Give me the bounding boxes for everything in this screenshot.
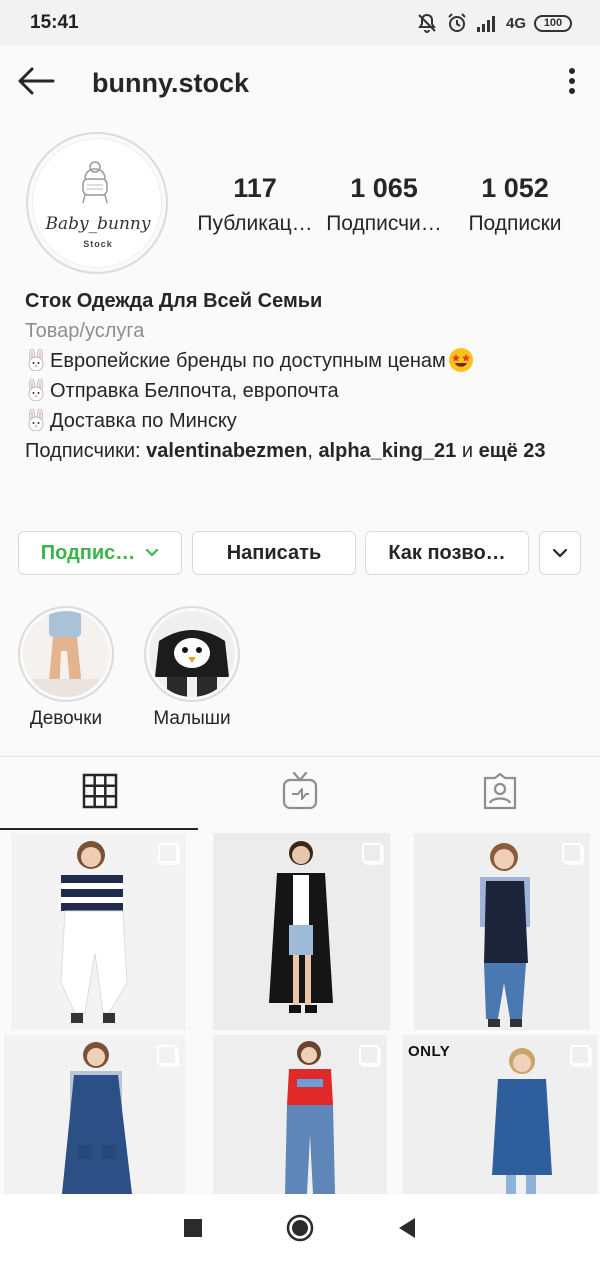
bio-line: Европейские бренды по доступным ценам: [25, 346, 585, 376]
stat-followers[interactable]: 1 065 Подписчи…: [323, 170, 445, 242]
tab-tagged[interactable]: [400, 757, 600, 829]
post-thumbnail[interactable]: [11, 833, 186, 1030]
multi-photo-icon: [359, 1045, 379, 1065]
avatar-logo-text: Baby_bunny: [45, 214, 151, 234]
highlight-label: Малыши: [153, 708, 231, 729]
rabbit-emoji-icon: [28, 349, 44, 371]
multi-photo-icon: [362, 843, 382, 863]
message-button-label: Написать: [226, 541, 322, 564]
highlight-ring: [144, 606, 240, 702]
bio-line-3: Доставка по Минску: [50, 410, 237, 432]
more-vertical-icon: [568, 67, 576, 100]
avatar-image: Baby_bunny Stock: [32, 138, 162, 268]
page-title: bunny.stock: [92, 67, 250, 98]
highlight-ring: [18, 606, 114, 702]
status-bar: 15:41 4G 100: [0, 0, 600, 46]
post-thumbnail[interactable]: [4, 1035, 185, 1194]
multi-photo-icon: [157, 1045, 177, 1065]
profile-bio: Сток Одежда Для Всей Семьи Товар/услуга …: [25, 286, 585, 466]
battery-icon: 100: [534, 14, 572, 32]
bunny-logo-icon: [82, 161, 108, 204]
nav-triangle-icon: [397, 1217, 417, 1244]
nav-circle-icon: [286, 1214, 314, 1247]
stat-posts-value: 117: [233, 173, 277, 203]
nav-square-icon: [183, 1218, 203, 1243]
stat-following-label: Подписки: [468, 212, 562, 235]
follower-link-1[interactable]: valentinabezmen: [146, 440, 307, 462]
stat-posts[interactable]: 117 Публикац…: [195, 170, 315, 242]
rabbit-emoji-icon: [28, 379, 44, 401]
back-arrow-icon: [17, 67, 55, 100]
rabbit-emoji-icon: [28, 409, 44, 431]
profile-header: bunny.stock: [0, 46, 600, 120]
status-time: 15:41: [30, 12, 79, 33]
back-nav-button[interactable]: [377, 1200, 437, 1260]
tagged-icon: [481, 772, 519, 815]
followed-by-more[interactable]: ещё 23: [479, 440, 546, 462]
recents-button[interactable]: [163, 1200, 223, 1260]
bio-line: Доставка по Минску: [25, 406, 585, 436]
grid-icon: [82, 773, 118, 814]
network-label: 4G: [505, 14, 526, 32]
avatar-logo-subtext: Stock: [83, 239, 113, 249]
chevron-down-icon: [145, 548, 159, 558]
multi-photo-icon: [158, 843, 178, 863]
stat-posts-label: Публикац…: [197, 212, 313, 235]
chevron-down-icon: [552, 548, 568, 558]
signal-icon: [476, 14, 498, 32]
highlight-thumbnail: [149, 611, 235, 697]
followed-by-separator: ,: [307, 440, 319, 462]
highlight-thumbnail: [23, 611, 109, 697]
followed-by[interactable]: Подписчики: valentinabezmen, alpha_king_…: [25, 436, 585, 466]
suggested-accounts-button[interactable]: [539, 531, 581, 575]
tab-igtv[interactable]: [200, 757, 400, 829]
more-options-button[interactable]: [544, 46, 600, 120]
stat-followers-label: Подписчи…: [326, 212, 442, 235]
status-icons: 4G 100: [416, 12, 572, 34]
bio-line-2: Отправка Белпочта, европочта: [50, 380, 339, 402]
post-thumbnail[interactable]: ONLY: [402, 1035, 598, 1194]
follower-link-2[interactable]: alpha_king_21: [318, 440, 456, 462]
followed-by-prefix: Подписчики:: [25, 440, 147, 462]
message-button[interactable]: Написать: [192, 531, 356, 575]
home-button[interactable]: [270, 1200, 330, 1260]
tab-grid[interactable]: [0, 757, 200, 829]
active-tab-indicator: [0, 828, 198, 830]
stat-following[interactable]: 1 052 Подписки: [460, 170, 570, 242]
following-button-label: Подпис…: [40, 541, 136, 564]
star-struck-emoji-icon: [448, 348, 473, 372]
contact-button-label: Как позво…: [388, 541, 506, 564]
multi-photo-icon: [570, 1045, 590, 1065]
highlight-kids[interactable]: Малыши: [144, 606, 240, 729]
contact-button[interactable]: Как позво…: [365, 531, 529, 575]
back-button[interactable]: [0, 46, 72, 120]
following-button[interactable]: Подпис…: [18, 531, 182, 575]
multi-photo-icon: [562, 843, 582, 863]
highlight-girls[interactable]: Девочки: [18, 606, 114, 729]
igtv-icon: [282, 771, 318, 815]
bio-line-1: Европейские бренды по доступным ценам: [50, 350, 446, 372]
profile-name: Сток Одежда Для Всей Семьи: [25, 290, 323, 312]
post-thumbnail[interactable]: [213, 1035, 387, 1194]
followed-by-and: и: [456, 440, 479, 462]
post-thumbnail[interactable]: [213, 833, 390, 1030]
alarm-icon: [446, 12, 468, 34]
brand-label: ONLY: [408, 1043, 451, 1060]
profile-category: Товар/услуга: [25, 320, 145, 342]
bio-line: Отправка Белпочта, европочта: [25, 376, 585, 406]
system-nav-bar: [0, 1194, 600, 1266]
stat-followers-value: 1 065: [350, 173, 418, 203]
post-thumbnail[interactable]: [414, 833, 590, 1030]
avatar[interactable]: Baby_bunny Stock: [26, 132, 168, 274]
mute-icon: [416, 12, 438, 34]
stat-following-value: 1 052: [481, 173, 549, 203]
highlight-label: Девочки: [29, 708, 103, 729]
